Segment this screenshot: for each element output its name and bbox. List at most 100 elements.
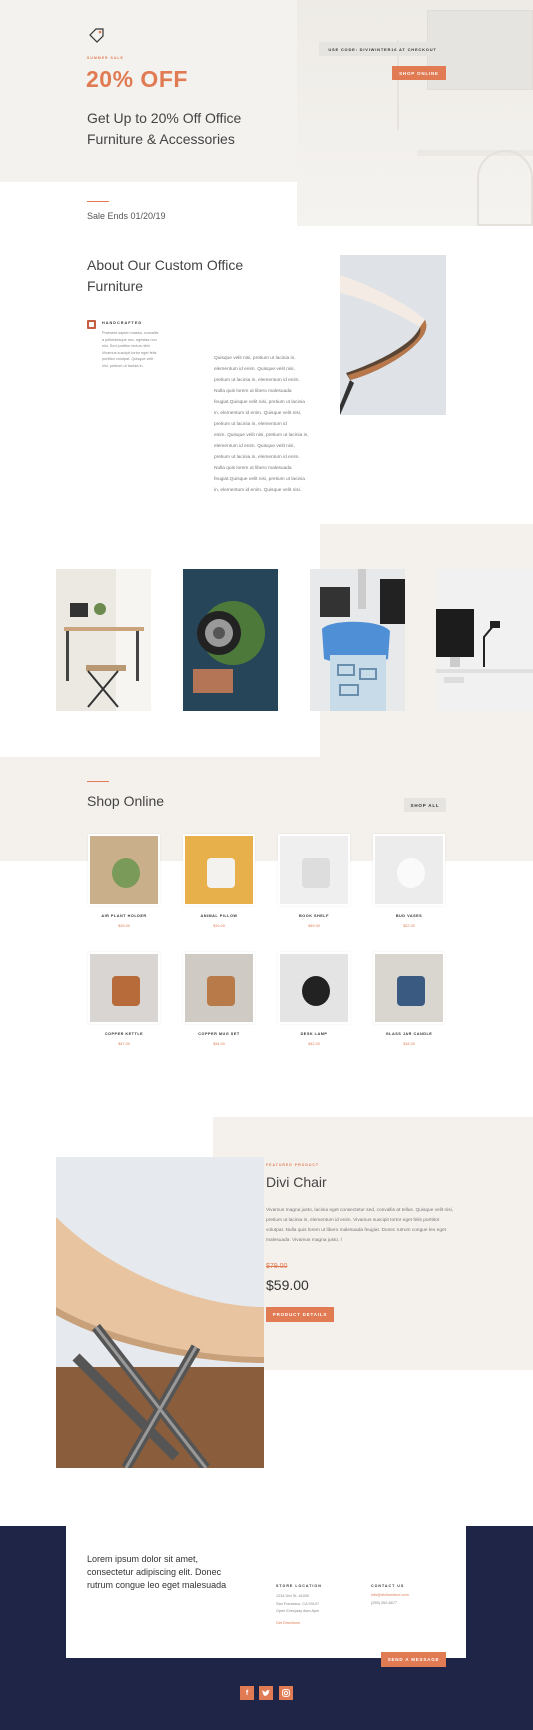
product-price: $49.00 — [308, 924, 320, 928]
text-line: volutpat. Nulla quis lorem ut libero mal… — [266, 1228, 446, 1233]
store-heading: STORE LOCATION — [276, 1584, 322, 1588]
about-title-1: About Our Custom Office — [87, 257, 244, 273]
product-image[interactable] — [183, 952, 255, 1024]
contact-heading: CONTACT US — [371, 1584, 405, 1588]
product-price: $18.00 — [403, 1042, 415, 1046]
featured-chair-image — [56, 1157, 264, 1468]
text-line: consectetur adipiscing elit. Donec — [87, 1567, 222, 1577]
text-line: feugiat.Quisque velit nisi, pretium ut l… — [214, 400, 305, 405]
product-name[interactable]: COPPER MUG SET — [183, 1032, 255, 1036]
hero-headline: 20% OFF — [86, 66, 188, 92]
old-price: $79.00 — [266, 1263, 288, 1270]
contact-email[interactable]: info@divifurniture.com — [371, 1593, 409, 1597]
product-price: $19.00 — [118, 924, 130, 928]
store-lines: 1234 Divi St. #1000 San Francisco, CA 931… — [276, 1593, 319, 1616]
gallery-lamp-image — [436, 569, 533, 711]
product-shape — [397, 976, 425, 1006]
product-price: $22.00 — [403, 924, 415, 928]
product-name[interactable]: BOOK SHELF — [278, 914, 350, 918]
product-card[interactable]: DESK LAMP $42.00 — [276, 952, 352, 1052]
text-line: a pellentesque nec, egestas non — [102, 337, 157, 342]
divider — [87, 781, 109, 782]
text-line: Praesent sapien massa, convallis — [102, 331, 159, 335]
product-name[interactable]: DESK LAMP — [278, 1032, 350, 1036]
tag-icon — [87, 27, 105, 45]
product-card[interactable]: BOOK SHELF $49.00 — [276, 834, 352, 934]
product-card[interactable]: AIR PLANT HOLDER $19.00 — [86, 834, 162, 934]
hero-eyebrow: SUMMER SALE — [87, 56, 124, 60]
product-card[interactable]: COPPER KETTLE $47.00 — [86, 952, 162, 1052]
text-line: San Francisco, CA 93107 — [276, 1601, 320, 1606]
text-line: pretium ut lacinia in, elementum id — [214, 422, 287, 427]
product-image[interactable] — [88, 834, 160, 906]
chair-detail-image — [340, 255, 446, 415]
text-line: malesuada. Vivamus magna justo, l — [266, 1238, 342, 1243]
product-image[interactable] — [278, 834, 350, 906]
promo-code-badge: USE CODE: DIVIWINTER16 AT CHECKOUT — [319, 42, 446, 56]
facebook-icon[interactable]: f — [240, 1686, 254, 1700]
text-line: Vivamus suscipit tortor eget felis — [102, 350, 157, 355]
sale-ends-text: Sale Ends 01/20/19 — [87, 211, 166, 221]
twitter-icon[interactable] — [259, 1686, 273, 1700]
text-line: enim. Quisque velit nisi, pretium ut lac… — [214, 433, 309, 438]
product-name[interactable]: GLASS JAR CANDLE — [373, 1032, 445, 1036]
product-price: $34.00 — [213, 1042, 225, 1046]
text-line: in, elementum id enim. Quisque velit nis… — [214, 411, 302, 416]
handcrafted-icon — [87, 320, 96, 329]
text-line: Nulla quis lorem ut libero malesuada — [214, 466, 292, 471]
product-image[interactable] — [183, 834, 255, 906]
product-price: $47.00 — [118, 1042, 130, 1046]
product-image[interactable] — [373, 952, 445, 1024]
feature-text: Praesent sapien massa, convallis a pellen… — [102, 330, 174, 370]
text-line: Nulla quis lorem ut libero malesuada — [214, 389, 292, 394]
product-name[interactable]: ANIMAL PILLOW — [183, 914, 255, 918]
contact-phone: (255) 352-6677 — [371, 1601, 397, 1605]
product-name[interactable]: COPPER KETTLE — [88, 1032, 160, 1036]
hero-desk-image — [297, 0, 533, 226]
hero-subhead-2: Furniture & Accessories — [87, 131, 235, 147]
text-line: rutrum congue leo eget malesuada — [87, 1580, 227, 1590]
product-card[interactable]: COPPER MUG SET $34.00 — [181, 952, 257, 1052]
product-shape — [302, 976, 330, 1006]
shop-title: Shop Online — [87, 793, 165, 809]
text-line: Quisque velit nisi, pretium ut lacinia i… — [214, 356, 296, 361]
product-shape — [207, 976, 235, 1006]
text-line: elementum id enim. Quisque velit nisi, — [214, 444, 295, 449]
product-image[interactable] — [278, 952, 350, 1024]
text-line: elementum id enim. Quisque velit nisi, — [214, 367, 295, 372]
featured-title: Divi Chair — [266, 1174, 327, 1190]
shop-online-button[interactable]: SHOP ONLINE — [392, 66, 446, 80]
product-card[interactable]: BUD VASES $22.00 — [371, 834, 447, 934]
text-line: 1234 Divi St. #1000 — [276, 1594, 310, 1598]
text-line: feugiat.Quisque velit nisi, pretium ut l… — [214, 477, 305, 482]
featured-price: $59.00 — [266, 1277, 309, 1293]
text-line: pretium ut lacinia in, elementum id enim… — [214, 378, 300, 383]
product-card[interactable]: GLASS JAR CANDLE $18.00 — [371, 952, 447, 1052]
about-title-2: Furniture — [87, 278, 144, 294]
gallery-speaker-image — [183, 569, 278, 711]
footer-card — [66, 1526, 466, 1658]
shop-all-button[interactable]: SHOP ALL — [404, 798, 446, 812]
send-message-button[interactable]: SEND A MESSAGE — [381, 1652, 446, 1667]
product-image[interactable] — [88, 952, 160, 1024]
feature-label: HANDCRAFTED — [102, 321, 143, 325]
divider — [87, 201, 109, 202]
product-card[interactable]: ANIMAL PILLOW $19.00 — [181, 834, 257, 934]
text-line: Lorem ipsum dolor sit amet, — [87, 1554, 199, 1564]
product-details-button[interactable]: PRODUCT DETAILS — [266, 1307, 334, 1322]
gallery-desk-image — [56, 569, 151, 711]
product-shape — [112, 858, 140, 888]
directions-link[interactable]: Get Directions — [276, 1621, 300, 1625]
product-shape — [397, 858, 425, 888]
product-name[interactable]: BUD VASES — [373, 914, 445, 918]
page: { "hero": { "eyebrow": "SUMMER SALE", "h… — [0, 0, 533, 1730]
hero-subhead-1: Get Up to 20% Off Office — [87, 110, 242, 126]
text-line: in, elementum id enim. Quisque velit nis… — [214, 488, 302, 493]
product-shape — [112, 976, 140, 1006]
product-shape — [302, 858, 330, 888]
text-line: porttitor volutpat. Quisque velit — [102, 357, 154, 362]
product-image[interactable] — [373, 834, 445, 906]
instagram-icon[interactable] — [279, 1686, 293, 1700]
gallery-chair-image — [310, 569, 405, 711]
product-name[interactable]: AIR PLANT HOLDER — [88, 914, 160, 918]
